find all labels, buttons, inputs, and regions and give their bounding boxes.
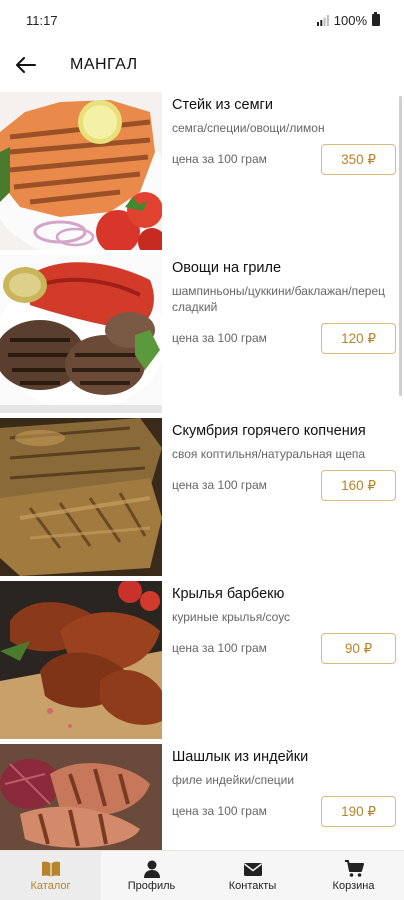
cart-icon [344,859,364,877]
product-image-turkey-shashlik [0,744,162,850]
product-name: Скумбрия горячего копчения [172,423,366,439]
nav-catalog[interactable]: Каталог [0,851,101,900]
price-label: цена за 100 грам [172,152,267,166]
list-item[interactable]: Стейк из семги семга/специи/овощи/лимон … [0,92,404,254]
product-description: куриные крылья/соус [172,610,291,624]
product-image-salmon-steak [0,92,162,250]
price-label: цена за 100 грам [172,641,267,655]
product-list[interactable]: Стейк из семги семга/специи/овощи/лимон … [0,92,404,850]
battery-icon [372,12,380,26]
battery-percent: 100% [333,12,367,28]
price-button[interactable]: 190 ₽ [321,796,396,827]
user-icon [143,860,160,878]
nav-catalog-label: Каталог [30,879,71,892]
nav-cart-label: Корзина [332,879,375,892]
product-description: шампиньоны/цуккини/баклажан/перец сладки… [172,284,386,314]
nav-profile-label: Профиль [127,879,176,892]
back-button[interactable] [0,40,52,90]
status-time: 11:17 [26,12,58,28]
status-bar: 11:17 100% [0,0,404,40]
signal-icon [316,14,329,26]
page-title: МАНГАЛ [70,56,138,73]
scrollbar[interactable] [399,96,402,396]
product-image-smoked-mackerel [0,418,162,576]
arrow-left-icon [16,57,36,73]
envelope-icon [243,862,262,876]
price-button[interactable]: 350 ₽ [321,144,396,175]
app-bar: МАНГАЛ [0,40,404,90]
product-description: семга/специи/овощи/лимон [172,121,325,135]
nav-cart[interactable]: Корзина [303,851,404,900]
product-image-grilled-vegetables [0,255,162,413]
price-label: цена за 100 грам [172,804,267,818]
list-item[interactable]: Шашлык из индейки филе индейки/специи це… [0,744,404,850]
product-image-bbq-wings [0,581,162,739]
list-item[interactable]: Крылья барбекю куриные крылья/соус цена … [0,581,404,743]
bottom-navigation: Каталог Профиль Контакты Корзина [0,850,404,900]
product-name: Крылья барбекю [172,586,285,602]
list-item[interactable]: Овощи на гриле шампиньоны/цуккини/баклаж… [0,255,404,417]
price-label: цена за 100 грам [172,331,267,345]
price-button[interactable]: 90 ₽ [321,633,396,664]
nav-contacts[interactable]: Контакты [202,851,303,900]
status-indicators: 100% [316,12,380,28]
list-item[interactable]: Скумбрия горячего копчения своя коптильн… [0,418,404,580]
product-name: Стейк из семги [172,97,273,113]
product-description: своя коптильня/натуральная щепа [172,447,366,461]
price-button[interactable]: 160 ₽ [321,470,396,501]
product-description: филе индейки/специи [172,773,295,787]
price-label: цена за 100 грам [172,478,267,492]
price-button[interactable]: 120 ₽ [321,323,396,354]
nav-profile[interactable]: Профиль [101,851,202,900]
nav-contacts-label: Контакты [228,879,277,892]
product-name: Шашлык из индейки [172,749,309,765]
product-name: Овощи на гриле [172,260,282,276]
book-open-icon [41,861,60,877]
